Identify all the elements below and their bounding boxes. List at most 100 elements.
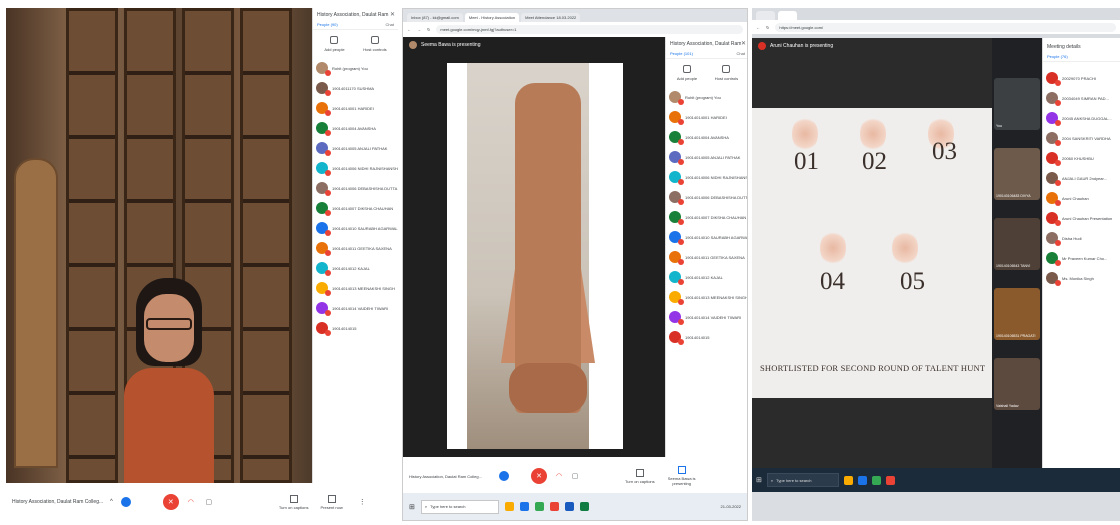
participant-row[interactable]: 19014014015 xyxy=(666,327,747,347)
participant-row[interactable]: 19014014012 KAJAL xyxy=(666,267,747,287)
close-icon[interactable]: ✕ xyxy=(390,11,398,18)
participant-row[interactable]: 19014014006 NIDHI RAJNISHANSHA xyxy=(313,158,398,178)
participant-row[interactable]: 19014014007 DIKSHA CHAUHAN xyxy=(666,207,747,227)
participant-row[interactable]: Rohit (program) You xyxy=(666,87,747,107)
folder-icon[interactable] xyxy=(504,502,514,511)
participant-row[interactable]: Mr Praveen Kumar Cho... xyxy=(1043,248,1120,268)
chevron-up-icon[interactable]: ^ xyxy=(110,499,113,505)
presenting-button[interactable]: Seema Bawa is presenting xyxy=(665,466,699,486)
folder-icon[interactable] xyxy=(843,475,853,485)
participant-row[interactable]: Rohit (program) You xyxy=(313,58,398,78)
participant-row[interactable]: 19014014005 ANJALI PATHAK xyxy=(666,147,747,167)
excel-icon[interactable] xyxy=(579,502,589,511)
app-icon[interactable] xyxy=(885,475,895,485)
address-bar[interactable]: https://meet.google.com/ xyxy=(775,22,1116,32)
participant-row[interactable]: 19014014010 SAURABH AGARWAL xyxy=(666,227,747,247)
camera-button[interactable]: ▢ xyxy=(567,468,583,484)
slide-number: 05 xyxy=(900,268,925,295)
present-icon xyxy=(327,494,336,503)
participant-name: 19014014011 GEETIKA SAXENA xyxy=(332,245,392,251)
participant-name: Disha Hudi xyxy=(1062,235,1082,241)
add-people-button[interactable]: Add people xyxy=(677,65,697,81)
participant-row[interactable]: 19014014001 HARIDEI xyxy=(313,98,398,118)
tab-chat[interactable]: Chat xyxy=(386,22,394,27)
shield-icon[interactable] xyxy=(120,497,131,507)
participant-tile[interactable]: 190140106543 TANVI xyxy=(994,218,1040,270)
participant-row[interactable]: 20034049 SIMRAN PAD... xyxy=(1043,88,1120,108)
taskbar-search[interactable]: ⌕ Type here to search xyxy=(420,499,499,514)
camera-button[interactable]: ▢ xyxy=(201,494,217,510)
back-icon[interactable]: ← xyxy=(756,25,760,30)
tab-people[interactable]: People (76) xyxy=(1047,54,1068,59)
people-panel: Meeting details People (76) 20029070 PRA… xyxy=(1042,38,1120,468)
close-icon[interactable]: ✕ xyxy=(741,40,747,47)
participant-row[interactable]: 19014014015 xyxy=(313,318,398,338)
taskbar-search[interactable]: ⌕ Type here to search xyxy=(766,473,839,487)
participant-row[interactable]: 19014014006 DEBASHISHA DUTTA xyxy=(313,178,398,198)
browser-tab[interactable] xyxy=(756,11,776,20)
present-now-button[interactable]: Present now xyxy=(320,494,343,510)
participant-tile[interactable]: 190140106483 DIVYA xyxy=(994,148,1040,200)
captions-button[interactable]: Turn on captions xyxy=(625,468,655,484)
mic-off-button[interactable]: ✕ xyxy=(531,468,547,484)
reload-icon[interactable]: ↻ xyxy=(766,25,769,30)
end-call-button[interactable]: ◠ xyxy=(183,494,199,510)
chrome-icon[interactable] xyxy=(871,475,881,485)
windows-start-icon[interactable]: ⊞ xyxy=(756,476,762,484)
participant-row[interactable]: 19014014012 KAJAL xyxy=(313,258,398,278)
participant-row[interactable]: 20045 ANKSHA DUGGAL... xyxy=(1043,108,1120,128)
participant-row[interactable]: 19014011170 SUSHMA xyxy=(313,78,398,98)
participant-row[interactable]: 19014014013 MEENAKSHI SINGH xyxy=(313,278,398,298)
participant-name: Aruni Chauhan Presentation xyxy=(1062,215,1113,221)
participant-row[interactable]: 20029070 PRACHI xyxy=(1043,68,1120,88)
end-call-button[interactable]: ◠ xyxy=(551,468,567,484)
participant-row[interactable]: Ms. Monika Singh xyxy=(1043,268,1120,288)
participant-row[interactable]: 19014014011 GEETIKA SAXENA xyxy=(666,247,747,267)
shield-icon[interactable] xyxy=(499,471,509,481)
participant-row[interactable]: 19014014004 AVANSHA xyxy=(666,127,747,147)
participant-row[interactable]: 19014014001 HARIDEI xyxy=(666,107,747,127)
word-icon[interactable] xyxy=(564,502,574,511)
more-options-icon[interactable]: ⋮ xyxy=(359,498,366,506)
participant-row[interactable]: 19014014013 MEENAKSHI SINGH xyxy=(666,287,747,307)
browser-tab[interactable]: Meet - History Association xyxy=(464,13,520,22)
tab-chat[interactable]: Chat xyxy=(737,51,745,56)
tab-people[interactable]: People (101) xyxy=(670,51,693,56)
participant-tile[interactable]: You xyxy=(994,78,1040,130)
participant-row[interactable]: 19014014005 ANJALI PATHAK xyxy=(313,138,398,158)
mic-off-button[interactable]: ✕ xyxy=(162,494,179,510)
participant-row[interactable]: 20060 KHUSHBU xyxy=(1043,148,1120,168)
participant-row[interactable]: 19014014014 VAIDEHI TIWARI xyxy=(666,307,747,327)
host-controls-button[interactable]: Host controls xyxy=(715,65,738,81)
participant-row[interactable]: Aruni Chauhan Presentation xyxy=(1043,208,1120,228)
participant-row[interactable]: 19014014014 VAIDEHI TIWARI xyxy=(313,298,398,318)
participant-row[interactable]: Aruni Chauhan xyxy=(1043,188,1120,208)
tab-people[interactable]: People (90) xyxy=(317,22,338,27)
edge-icon[interactable] xyxy=(519,502,529,511)
add-people-button[interactable]: Add people xyxy=(324,36,345,52)
participant-row[interactable]: 19014014006 NIDHI RAJNISHANSHA xyxy=(666,167,747,187)
participant-row[interactable]: 19014014007 DIKSHA CHAUHAN xyxy=(313,198,398,218)
forward-icon[interactable]: → xyxy=(417,27,421,32)
participant-row[interactable]: ANJALI GAUR 2ndyear... xyxy=(1043,168,1120,188)
participant-row[interactable]: 19014014010 SAURABH AGARWAL xyxy=(313,218,398,238)
chrome-icon[interactable] xyxy=(534,502,544,511)
browser-tab[interactable] xyxy=(778,11,798,20)
participant-row[interactable]: Disha Hudi xyxy=(1043,228,1120,248)
participant-tile[interactable]: 190140106531 PRAGATI xyxy=(994,288,1040,340)
windows-start-icon[interactable]: ⊞ xyxy=(409,503,415,511)
edge-icon[interactable] xyxy=(857,475,867,485)
back-icon[interactable]: ← xyxy=(407,27,411,32)
browser-tab[interactable]: Meet Attendance 18.03.2022 xyxy=(521,13,581,22)
participant-tile[interactable]: Vaishali Yadav xyxy=(994,358,1040,410)
participant-row[interactable]: 19014014006 DEBASHISHA DUTTA xyxy=(666,187,747,207)
participant-row[interactable]: 19014014011 GEETIKA SAXENA xyxy=(313,238,398,258)
browser-tab[interactable]: Inbox (87) - kk@gmail.com xyxy=(407,13,463,22)
address-bar[interactable]: meet.google.com/mqy-jnmf-fgj?authuser=1 xyxy=(436,25,743,34)
participant-row[interactable]: 2004 SANSKRITI VARDHA xyxy=(1043,128,1120,148)
participant-row[interactable]: 19014014004 AVANSHA xyxy=(313,118,398,138)
captions-button[interactable]: Turn on captions xyxy=(279,494,308,510)
reload-icon[interactable]: ↻ xyxy=(427,27,430,32)
host-controls-button[interactable]: Host controls xyxy=(363,36,387,52)
app-icon[interactable] xyxy=(549,502,559,511)
